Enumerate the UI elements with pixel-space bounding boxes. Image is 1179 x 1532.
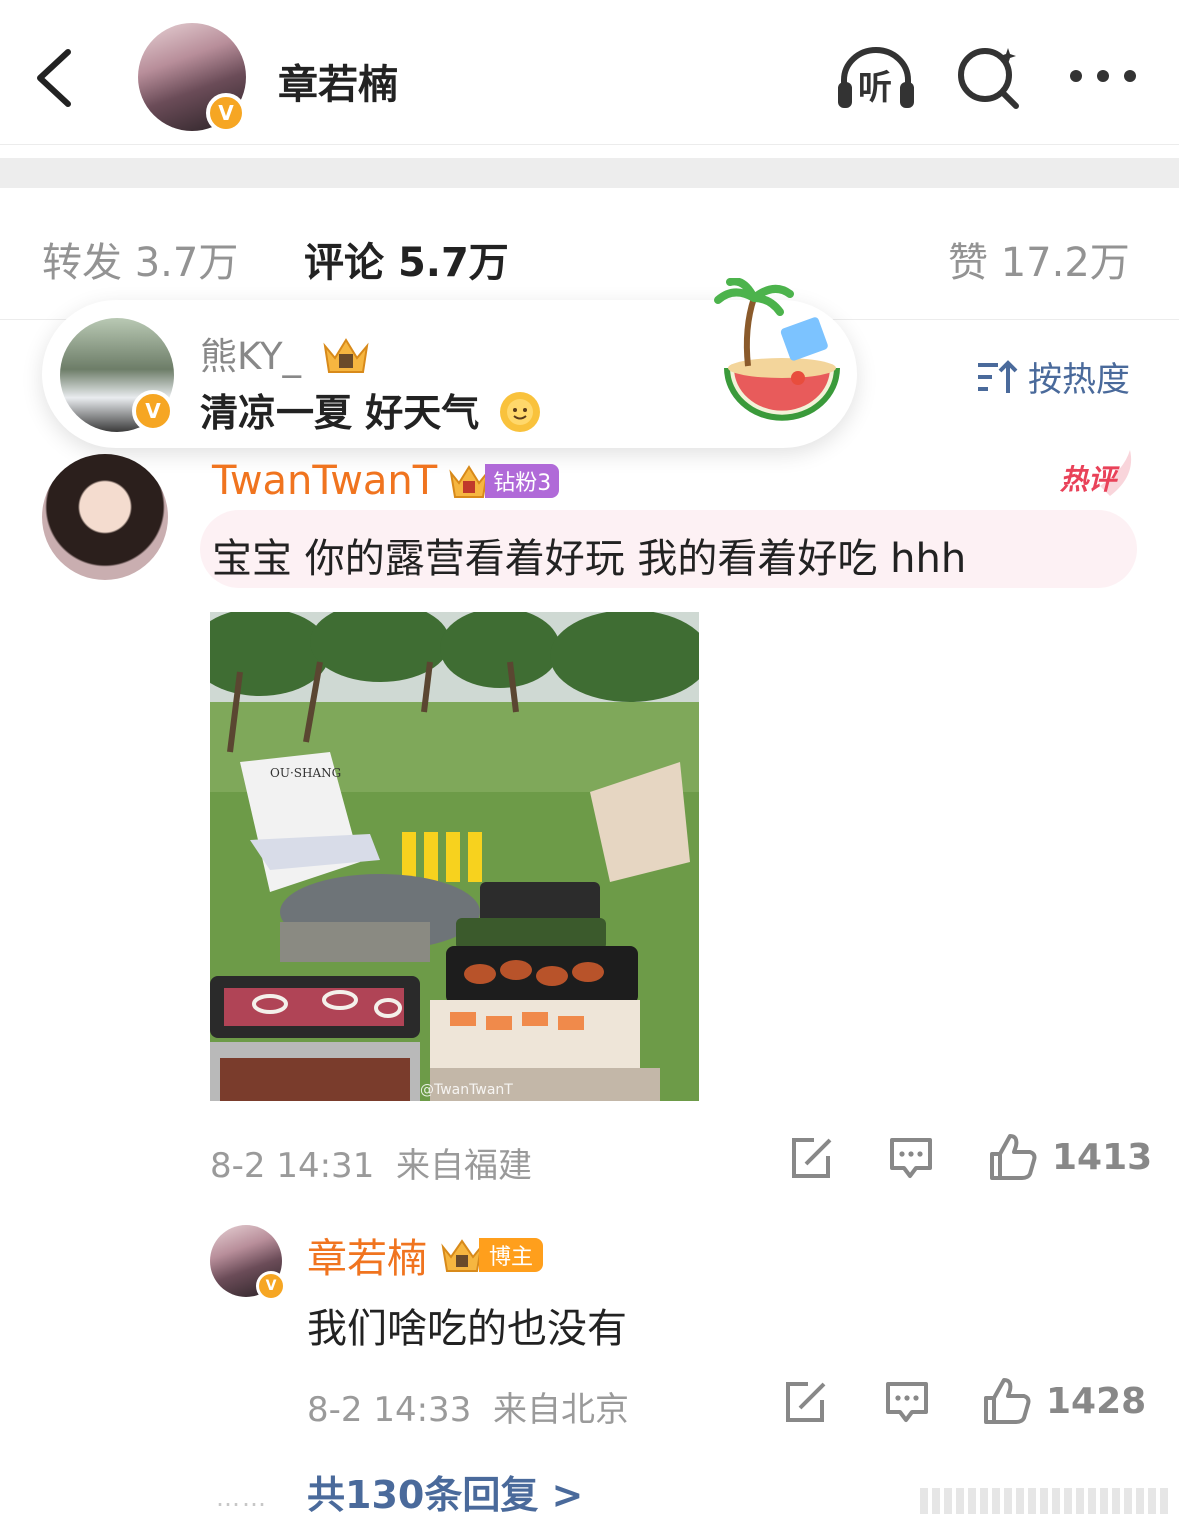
thumbs-up-icon	[990, 1134, 1037, 1180]
reply-text: 我们啥吃的也没有	[307, 1306, 627, 1352]
reply-author-avatar[interactable]: V	[210, 1225, 286, 1301]
comment-like-count: 1413	[1052, 1136, 1153, 1178]
photo-watermark: @TwanTwanT	[420, 1082, 513, 1098]
chair-brand-text: OU·SHANG	[270, 766, 341, 780]
content-divider	[0, 158, 1179, 188]
blogger-badge: 博主	[439, 1236, 544, 1274]
sort-label: 按热度	[1028, 360, 1130, 400]
reply-like-button[interactable]: 1428	[982, 1376, 1146, 1426]
verified-badge-icon: V	[206, 93, 246, 133]
tab-repost[interactable]: 转发 3.7万	[42, 230, 238, 288]
back-arrow-icon[interactable]	[32, 48, 76, 108]
repost-icon[interactable]	[788, 1136, 834, 1182]
reply-thread-dots: ……	[216, 1484, 268, 1512]
more-options-icon[interactable]	[1066, 58, 1140, 94]
commenter-avatar[interactable]	[42, 454, 168, 580]
watermark-strip	[920, 1488, 1170, 1514]
listen-button[interactable]: 听	[834, 44, 918, 110]
sun-emoji-icon	[500, 391, 541, 432]
verified-badge-icon: V	[132, 390, 174, 432]
reply-like-count: 1428	[1046, 1380, 1147, 1422]
reply-repost-icon[interactable]	[782, 1380, 828, 1426]
commenter-name[interactable]: TwanTwanT 钻粉3	[212, 458, 560, 504]
comment-photo[interactable]: OU·SHANG @TwanTwanT	[210, 612, 699, 1101]
sort-by-hot-button[interactable]: 按热度	[976, 352, 1130, 401]
reply-comment-icon[interactable]	[884, 1380, 930, 1426]
verified-badge-icon: V	[256, 1271, 286, 1301]
fan-level-badge: 钻粉3	[447, 462, 560, 500]
reply-icon[interactable]	[888, 1136, 934, 1182]
author-name[interactable]: 章若楠	[278, 52, 398, 110]
featured-comment-text: 清凉一夏 好天气	[200, 382, 542, 438]
author-avatar[interactable]: V	[138, 23, 246, 133]
reply-author-name[interactable]: 章若楠 博主	[307, 1226, 544, 1284]
tab-comment[interactable]: 评论 5.7万	[304, 230, 509, 288]
tab-like[interactable]: 赞 17.2万	[948, 230, 1130, 288]
search-icon[interactable]	[956, 44, 1022, 110]
hot-comment-badge: 热评	[1060, 446, 1136, 498]
crown-icon	[323, 337, 369, 373]
thumbs-up-icon	[984, 1378, 1031, 1424]
reply-meta: 8-2 14:33 来自北京	[307, 1390, 629, 1430]
featured-user-avatar[interactable]: V	[60, 318, 174, 432]
listen-label: 听	[858, 68, 892, 108]
featured-user-name[interactable]: 熊KY_	[200, 326, 371, 380]
comment-meta: 8-2 14:31 来自福建	[210, 1146, 532, 1186]
picnic-photo-image: OU·SHANG @TwanTwanT	[210, 612, 699, 1101]
comment-text: 宝宝 你的露营看着好玩 我的看着好吃 hhh	[212, 536, 967, 582]
watermelon-island-icon	[714, 278, 840, 421]
sort-icon	[978, 359, 1018, 393]
comment-like-button[interactable]: 1413	[988, 1132, 1152, 1182]
view-all-replies-link[interactable]: 共130条回复 >	[307, 1464, 583, 1519]
